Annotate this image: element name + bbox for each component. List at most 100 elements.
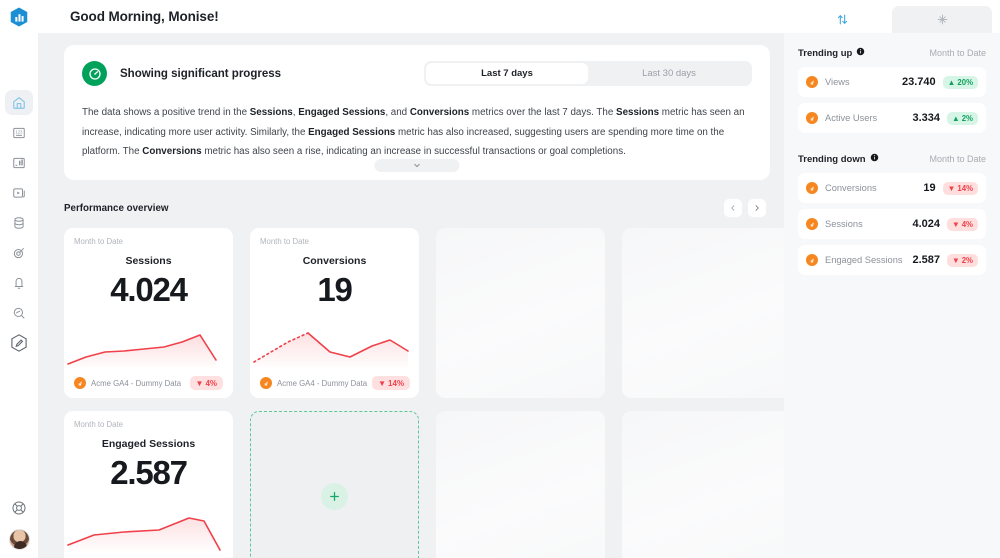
metric-card-grid: Month to Date Sessions 4.024 Acme GA4 - … [64, 228, 784, 398]
metric-card[interactable]: Month to Date Conversions 19 Acme GA4 - … [250, 228, 419, 398]
card-metric-value: 4.024 [110, 271, 188, 308]
ga4-icon [806, 112, 818, 124]
sidebar-item-alerts[interactable] [5, 270, 33, 295]
help-icon[interactable] [5, 495, 33, 520]
ga4-icon [806, 76, 818, 88]
triangle-up-icon: ▲ [952, 113, 960, 123]
chevron-right-icon [755, 205, 759, 211]
panel-toggle-sort[interactable] [792, 6, 892, 33]
trending-change-value: 2% [961, 113, 973, 123]
tab-last-7-days[interactable]: Last 7 days [426, 63, 588, 84]
panel-toggle-sparkle[interactable] [892, 6, 992, 33]
sidebar-item-goals[interactable] [5, 240, 33, 265]
info-icon[interactable] [856, 47, 865, 59]
main-column: Good Morning, Monise! Acme Corporation [38, 0, 1000, 558]
sidebar-item-charts[interactable] [5, 150, 33, 175]
card-change-value: 14% [388, 378, 405, 388]
date-range-tabs: Last 7 days Last 30 days [424, 61, 752, 86]
ga4-icon [806, 254, 818, 266]
trending-change-badge: ▼ 14% [942, 181, 978, 195]
card-metric-name: Sessions [125, 255, 172, 267]
trending-change-value: 4% [961, 219, 973, 229]
carousel-next-button[interactable] [748, 199, 766, 217]
trending-change-badge: ▲ 2% [947, 111, 978, 125]
trending-metric-name: Active Users [825, 113, 878, 123]
sidebar-item-editor[interactable] [5, 330, 33, 355]
trending-metric-value: 3.334 [912, 112, 940, 124]
insight-header: Showing significant progress Last 7 days… [82, 61, 752, 86]
trending-row[interactable]: Conversions 19 ▼ 14% [798, 173, 986, 203]
card-metric-name: Engaged Sessions [101, 438, 196, 450]
ga4-icon [806, 182, 818, 194]
trending-up-text: Trending up [798, 47, 853, 59]
trending-down-header: Trending down Month to Date [798, 153, 986, 165]
metric-card[interactable]: Month to Date Sessions 4.024 Acme GA4 - … [64, 228, 233, 398]
tab-last-30-days[interactable]: Last 30 days [588, 63, 750, 84]
expand-insight-button[interactable] [374, 159, 460, 172]
plus-icon [321, 482, 348, 510]
trending-metric-value: 23.740 [902, 76, 936, 88]
card-change-badge: ▼ 4% [189, 376, 223, 390]
card-metric-value: 19 [317, 271, 353, 308]
empty-card-placeholder [622, 228, 784, 398]
trending-metric-value: 4.024 [912, 218, 940, 230]
trending-metric-value: 2.587 [912, 254, 940, 266]
triangle-down-icon: ▼ [952, 219, 960, 229]
sidebar-item-home[interactable] [5, 90, 33, 115]
triangle-down-icon: ▼ [952, 255, 960, 265]
trending-metric-value: 19 [923, 182, 936, 194]
empty-card-placeholder [436, 411, 605, 558]
sidebar-item-numbers[interactable]: 123 [5, 120, 33, 145]
trending-row[interactable]: Active Users 3.334 ▲ 2% [798, 103, 986, 133]
trending-change-badge: ▼ 4% [947, 217, 978, 231]
card-period: Month to Date [260, 237, 309, 246]
card-source: Acme GA4 - Dummy Data [277, 378, 368, 388]
sparkline-chart [67, 334, 217, 370]
card-footer: Acme GA4 - Dummy Data ▼ 14% [260, 376, 411, 390]
sidebar-bottom [0, 495, 38, 550]
sidebar-item-data-sources[interactable] [5, 210, 33, 235]
sparkle-icon [937, 14, 947, 25]
sidebar-item-insights[interactable] [5, 300, 33, 325]
sparkline-chart [253, 332, 409, 370]
metric-card-grid-row-2: Month to Date Engaged Sessions 2.587 [64, 411, 784, 558]
trending-row[interactable]: Views 23.740 ▲ 20% [798, 67, 986, 97]
app-root: 123 Good Morning, Monise! Showing signif… [0, 0, 1000, 558]
metric-card[interactable]: Month to Date Engaged Sessions 2.587 [64, 411, 233, 558]
trending-row[interactable]: Engaged Sessions 2.587 ▼ 2% [798, 245, 986, 275]
divider-space [798, 139, 986, 153]
left-sidebar: 123 [0, 0, 38, 558]
chevron-down-icon [414, 163, 420, 168]
trending-change-badge: ▲ 20% [942, 75, 978, 89]
page-title: Good Morning, Monise! [70, 9, 219, 24]
trending-down-label: Trending down [798, 153, 879, 165]
panel-toggle-group [784, 0, 1000, 33]
triangle-down-icon: ▼ [378, 378, 387, 388]
card-change-badge: ▼ 14% [372, 376, 411, 390]
trending-metric-name: Views [825, 77, 850, 87]
trending-sidebar: Trending up Month to Date Views 23.740 ▲… [784, 33, 1000, 558]
add-card-button[interactable] [250, 411, 419, 558]
info-icon[interactable] [870, 153, 879, 165]
insight-card: Showing significant progress Last 7 days… [64, 45, 770, 180]
section-title: Performance overview [64, 202, 169, 214]
body-area: Showing significant progress Last 7 days… [38, 33, 1000, 558]
carousel-controls [724, 199, 766, 217]
svg-text:123: 123 [16, 129, 24, 134]
card-metric-value: 2.587 [110, 454, 188, 491]
trending-change-value: 2% [961, 255, 973, 265]
card-source: Acme GA4 - Dummy Data [91, 378, 182, 388]
carousel-prev-button[interactable] [724, 199, 742, 217]
trending-down-period: Month to Date [929, 154, 986, 164]
sidebar-item-media[interactable] [5, 180, 33, 205]
triangle-up-icon: ▲ [947, 77, 956, 87]
gauge-icon [82, 61, 107, 86]
trending-metric-name: Conversions [825, 183, 877, 193]
avatar[interactable] [8, 529, 30, 550]
app-logo-icon[interactable] [7, 5, 31, 29]
performance-header: Performance overview [64, 198, 770, 218]
empty-card-placeholder [622, 411, 784, 558]
sidebar-nav: 123 [5, 90, 33, 355]
card-period: Month to Date [74, 420, 123, 429]
trending-row[interactable]: Sessions 4.024 ▼ 4% [798, 209, 986, 239]
